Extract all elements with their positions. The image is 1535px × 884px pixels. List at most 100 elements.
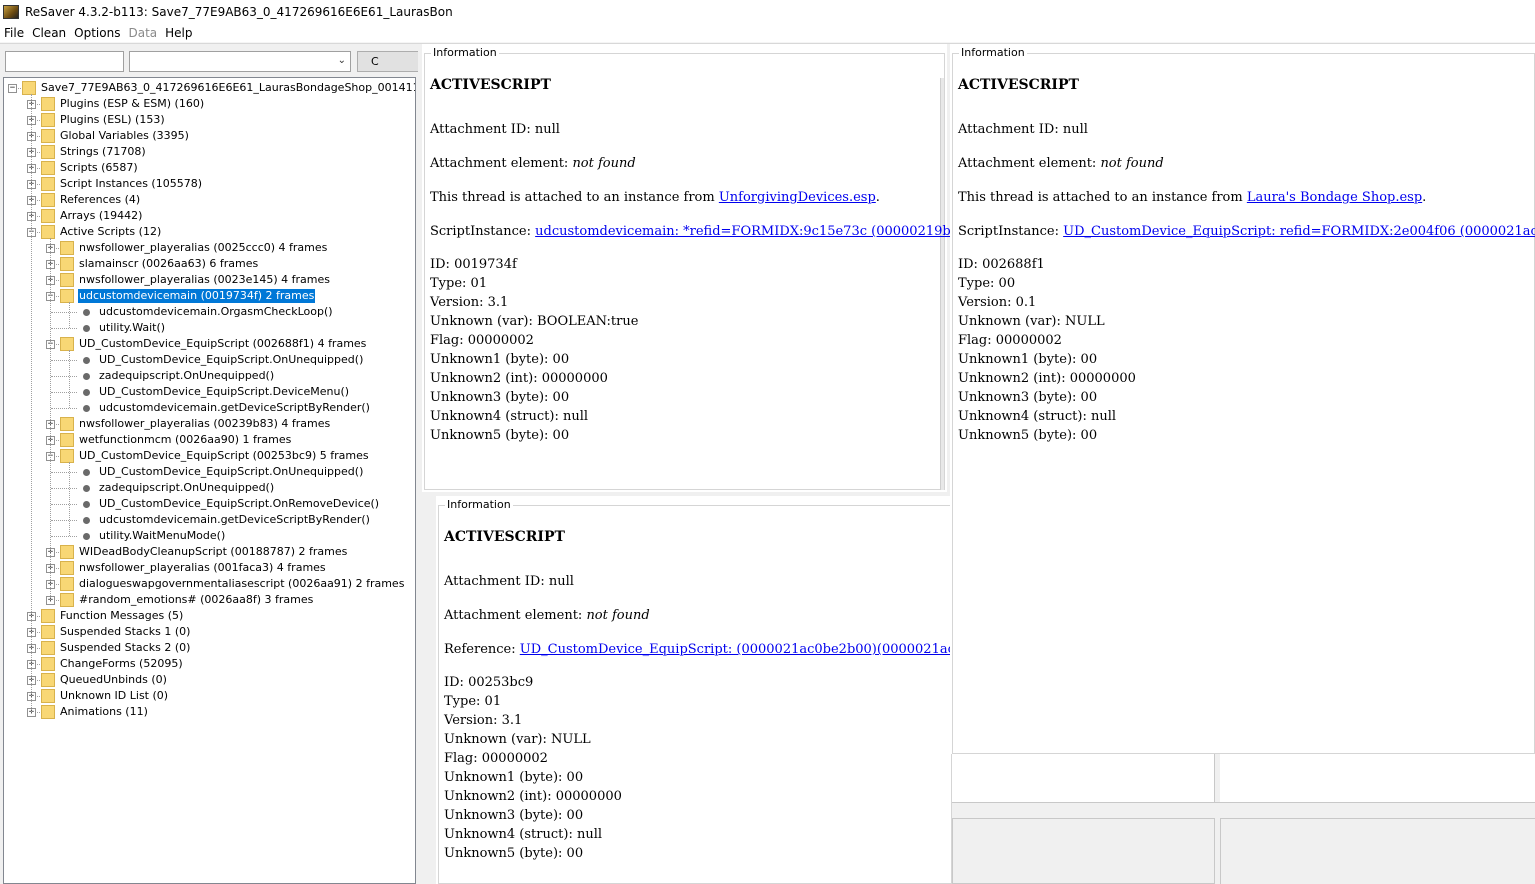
tree-node[interactable]: Suspended Stacks 1 (0) [41, 624, 191, 640]
info-text: This thread is attached to an instance f… [958, 190, 1247, 205]
info-link[interactable]: UD_CustomDevice_EquipScript: (0000021ac0… [520, 642, 1018, 657]
tree-node[interactable]: Global Variables (3395) [41, 128, 190, 144]
info-link[interactable]: udcustomdevicemain: *refid=FORMIDX:9c15e… [535, 224, 1013, 239]
tree-label: nwsfollower_playeralias (001faca3) 4 fra… [79, 561, 326, 574]
tree-node[interactable]: Suspended Stacks 2 (0) [41, 640, 191, 656]
filter-input[interactable] [5, 51, 124, 72]
left-panel: ⌄ C − Save7_77E9AB63_0_417269616E6E61_Lau… [0, 44, 419, 884]
menu-help[interactable]: Help [165, 26, 192, 40]
tree-label: Unknown ID List (0) [60, 689, 169, 702]
info-text: . [1422, 190, 1427, 205]
tree-label: Animations (11) [60, 705, 148, 718]
info-text: Attachment ID: null [430, 122, 560, 137]
tree-node[interactable]: dialogueswapgovernmentaliasescript (0026… [60, 576, 405, 592]
tree-node[interactable]: Save7_77E9AB63_0_417269616E6E61_LaurasBo… [22, 80, 415, 96]
info-field: Unknown2 (int): 00000000 [444, 789, 622, 804]
menu-clean[interactable]: Clean [32, 26, 66, 40]
tree-node[interactable]: WIDeadBodyCleanupScript (00188787) 2 fra… [60, 544, 348, 560]
tree-node[interactable]: nwsfollower_playeralias (0025ccc0) 4 fra… [60, 240, 328, 256]
tree-frame-item[interactable]: udcustomdevicemain.getDeviceScriptByRend… [79, 400, 371, 416]
tree-label: dialogueswapgovernmentaliasescript (0026… [79, 577, 405, 590]
filter-button[interactable]: C [357, 51, 419, 72]
folder-icon [60, 241, 74, 255]
tree-node[interactable]: UD_CustomDevice_EquipScript (002688f1) 4… [60, 336, 367, 352]
tree-node[interactable]: Active Scripts (12) [41, 224, 162, 240]
tree-label: Active Scripts (12) [60, 225, 162, 238]
tree-node[interactable]: nwsfollower_playeralias (001faca3) 4 fra… [60, 560, 327, 576]
lower-right-splitter[interactable] [952, 802, 1535, 818]
tree-frame-item[interactable]: UD_CustomDevice_EquipScript.OnUnequipped… [79, 464, 364, 480]
tree-node[interactable]: ChangeForms (52095) [41, 656, 184, 672]
folder-icon [60, 577, 74, 591]
tree-node[interactable]: Strings (71708) [41, 144, 147, 160]
tree-frame-item[interactable]: UD_CustomDevice_EquipScript.OnUnequipped… [79, 352, 364, 368]
tree-node[interactable]: nwsfollower_playeralias (0023e145) 4 fra… [60, 272, 331, 288]
tree-label: slamainscr (0026aa63) 6 frames [79, 257, 259, 270]
info-paragraph: Attachment ID: null [444, 572, 1017, 591]
info-field: Type: 01 [430, 276, 488, 291]
info-link[interactable]: UnforgivingDevices.esp [719, 190, 876, 205]
info-link[interactable]: Laura's Bondage Shop.esp [1247, 190, 1422, 205]
tree-node[interactable]: slamainscr (0026aa63) 6 frames [60, 256, 259, 272]
info-text: . [875, 190, 880, 205]
tree-node[interactable]: Animations (11) [41, 704, 149, 720]
collapse-icon[interactable]: − [8, 84, 17, 93]
tree-node[interactable]: wetfunctionmcm (0026aa90) 1 frames [60, 432, 292, 448]
info-field: Unknown3 (byte): 00 [444, 808, 584, 823]
tree-frame-item[interactable]: udcustomdevicemain.getDeviceScriptByRend… [79, 512, 371, 528]
tree-node[interactable]: QueuedUnbinds (0) [41, 672, 168, 688]
info-legend: Information [431, 46, 499, 59]
folder-icon [41, 145, 55, 159]
tree-node[interactable]: nwsfollower_playeralias (00239b83) 4 fra… [60, 416, 331, 432]
tree-node[interactable]: #random_emotions# (0026aa8f) 3 frames [60, 592, 314, 608]
tree-frame-item[interactable]: zadequipscript.OnUnequipped() [79, 480, 275, 496]
tree-label: QueuedUnbinds (0) [60, 673, 167, 686]
mod-filter-select[interactable]: ⌄ [129, 51, 351, 72]
menu-options[interactable]: Options [74, 26, 120, 40]
folder-icon [41, 689, 55, 703]
tree-frame-item[interactable]: UD_CustomDevice_EquipScript.OnRemoveDevi… [79, 496, 380, 512]
folder-icon [60, 593, 74, 607]
tree-node[interactable]: Plugins (ESL) (153) [41, 112, 166, 128]
menu-file[interactable]: File [4, 26, 24, 40]
frame-bullet-icon [83, 388, 90, 396]
tree-connector [51, 488, 77, 489]
tree-frame-item[interactable]: udcustomdevicemain.OrgasmCheckLoop() [79, 304, 334, 320]
folder-icon [60, 433, 74, 447]
tree-connector [69, 302, 70, 328]
info-field: Unknown5 (byte): 00 [958, 428, 1098, 443]
folder-icon [60, 561, 74, 575]
info-field: Version: 0.1 [958, 295, 1037, 310]
tree-node[interactable]: Plugins (ESP & ESM) (160) [41, 96, 205, 112]
tree-node[interactable]: Script Instances (105578) [41, 176, 203, 192]
tree-label: Arrays (19442) [60, 209, 143, 222]
tree-node[interactable]: UD_CustomDevice_EquipScript (00253bc9) 5… [60, 448, 370, 464]
info-field: Unknown1 (byte): 00 [430, 352, 570, 367]
tree-node[interactable]: Scripts (6587) [41, 160, 139, 176]
tree-node[interactable]: Arrays (19442) [41, 208, 143, 224]
info-link[interactable]: UD_CustomDevice_EquipScript: refid=FORMI… [1063, 224, 1535, 239]
folder-icon [41, 113, 55, 127]
menu-bar: File Clean Options Data Help [0, 24, 1535, 42]
info-field: Version: 3.1 [444, 713, 523, 728]
tree-label: WIDeadBodyCleanupScript (00188787) 2 fra… [79, 545, 348, 558]
tree-label: Suspended Stacks 2 (0) [60, 641, 191, 654]
info-field: Unknown (var): BOOLEAN:true [430, 314, 639, 329]
save-tree[interactable]: − Save7_77E9AB63_0_417269616E6E61_LaurasB… [3, 77, 416, 884]
tree-frame-item[interactable]: zadequipscript.OnUnequipped() [79, 368, 275, 384]
info-emphasis: not found [1100, 156, 1164, 171]
tree-label: nwsfollower_playeralias (0025ccc0) 4 fra… [79, 241, 328, 254]
tree-frame-item[interactable]: utility.Wait() [79, 320, 166, 336]
tree-label: utility.WaitMenuMode() [99, 529, 226, 542]
tree-node[interactable]: udcustomdevicemain (0019734f) 2 frames [60, 288, 317, 304]
tree-node[interactable]: Function Messages (5) [41, 608, 184, 624]
tree-frame-item[interactable]: utility.WaitMenuMode() [79, 528, 226, 544]
tree-node[interactable]: Unknown ID List (0) [41, 688, 169, 704]
tree-frame-item[interactable]: UD_CustomDevice_EquipScript.DeviceMenu() [79, 384, 350, 400]
info-heading: ACTIVESCRIPT [958, 77, 1079, 93]
menu-data[interactable]: Data [128, 26, 157, 40]
info-text: Attachment element: [958, 156, 1101, 171]
info-text: Attachment ID: null [444, 574, 574, 589]
tree-node[interactable]: References (4) [41, 192, 141, 208]
tree-connector [51, 376, 77, 377]
